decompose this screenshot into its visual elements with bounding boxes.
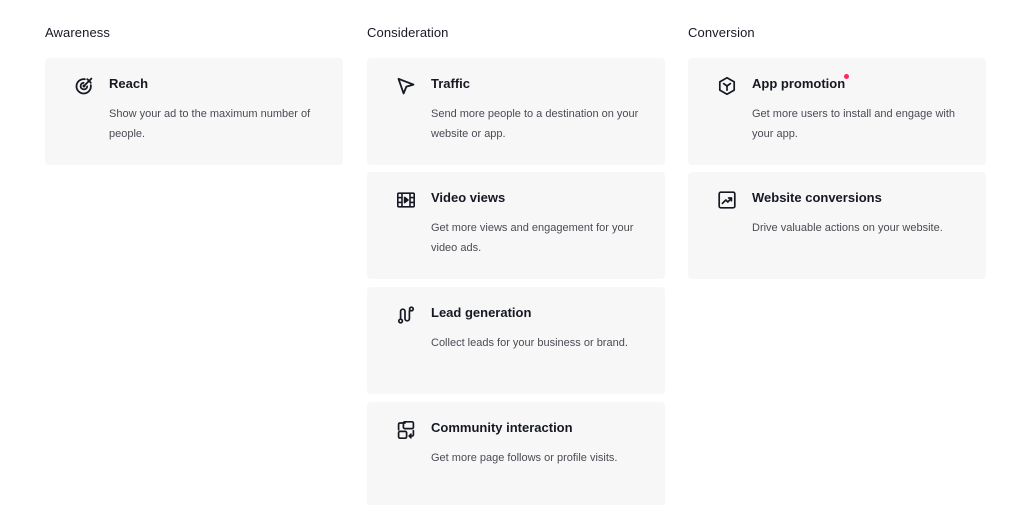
card-description-traffic: Send more people to a destination on you… [431, 108, 639, 140]
column-heading-awareness: Awareness [45, 25, 110, 40]
cursor-arrow-icon [396, 76, 416, 96]
app-cube-icon [717, 76, 737, 96]
objective-card-website-conversions[interactable]: Website conversions Drive valuable actio… [688, 172, 986, 279]
card-title-reach: Reach [109, 76, 149, 91]
objective-card-traffic[interactable]: Traffic Send more people to a destinatio… [367, 58, 665, 165]
trend-chart-icon [717, 190, 737, 210]
target-icon [74, 76, 94, 96]
objective-card-community-interaction[interactable]: Community interaction Get more page foll… [367, 402, 665, 505]
objective-board: Awareness Reach Show your ad to the maxi… [0, 0, 1024, 505]
card-title-community-interaction: Community interaction [431, 420, 573, 435]
objective-card-lead-generation[interactable]: Lead generation Collect leads for your b… [367, 287, 665, 394]
film-strip-icon [396, 190, 416, 210]
card-title-video-views: Video views [431, 190, 506, 205]
objective-card-reach[interactable]: Reach Show your ad to the maximum number… [45, 58, 343, 165]
card-title-app-promotion: App promotion [752, 76, 846, 91]
new-indicator-dot [844, 74, 849, 79]
card-title-traffic: Traffic [431, 76, 471, 91]
card-title-lead-generation: Lead generation [431, 305, 532, 320]
swap-boxes-icon [396, 420, 416, 440]
card-description-lead-generation: Collect leads for your business or brand… [431, 337, 628, 349]
objective-card-app-promotion[interactable]: App promotion Get more users to install … [688, 58, 986, 165]
card-description-app-promotion: Get more users to install and engage wit… [752, 108, 956, 140]
card-description-community-interaction: Get more page follows or profile visits. [431, 452, 618, 464]
card-description-website-conversions: Drive valuable actions on your website. [752, 222, 943, 234]
route-icon [396, 305, 416, 325]
column-heading-conversion: Conversion [688, 25, 755, 40]
card-description-video-views: Get more views and engagement for your v… [431, 222, 634, 254]
card-title-website-conversions: Website conversions [752, 190, 882, 205]
objective-card-video-views[interactable]: Video views Get more views and engagemen… [367, 172, 665, 279]
card-description-reach: Show your ad to the maximum number of pe… [109, 108, 311, 140]
column-heading-consideration: Consideration [367, 25, 449, 40]
